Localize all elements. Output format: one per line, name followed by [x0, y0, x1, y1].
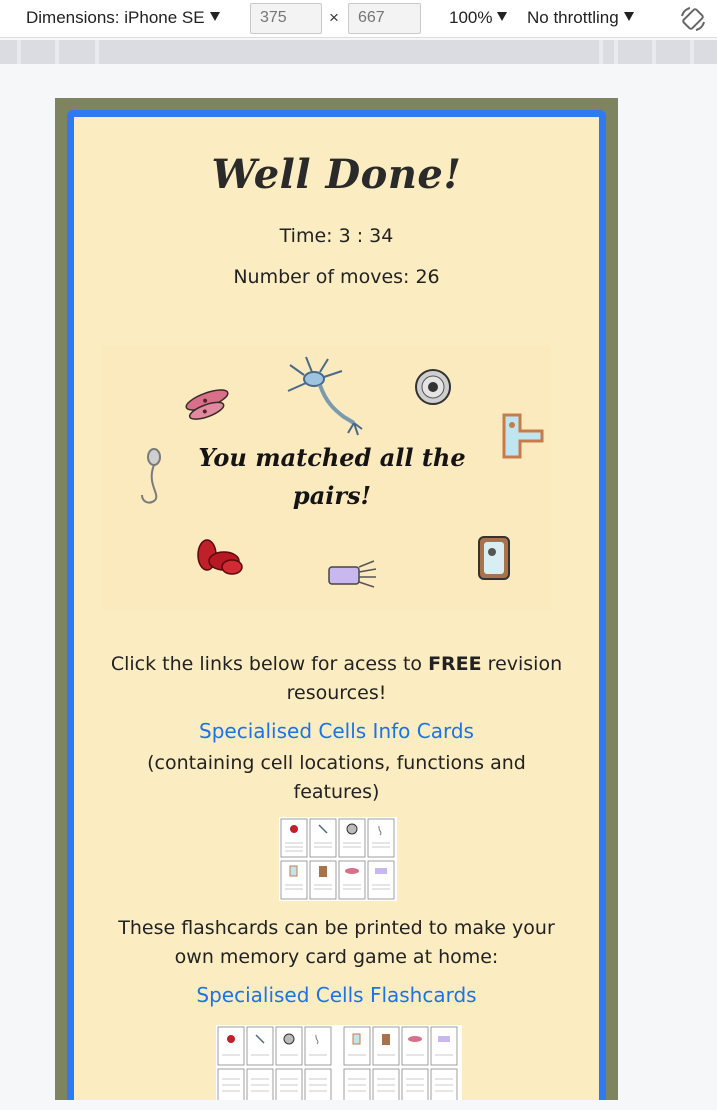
plant-cell-icon: [478, 536, 510, 580]
ciliated-cell-icon: [328, 560, 377, 588]
throttling-dropdown[interactable]: No throttling: [527, 8, 634, 28]
results-card: Well Done! Time: 3 : 34 Number of moves:…: [67, 110, 606, 1100]
info-cards-preview-image[interactable]: [279, 817, 397, 901]
nerve-cell-icon: [287, 356, 363, 436]
celebration-image: You matched all the pairs!: [102, 345, 551, 610]
matched-message: You matched all the pairs!: [198, 443, 466, 510]
red-blood-cell-icon: [197, 539, 243, 575]
width-input[interactable]: 375: [250, 3, 322, 34]
root-hair-cell-icon: [502, 413, 544, 459]
rotate-icon[interactable]: [678, 4, 708, 34]
resources-intro: Click the links below for acess to FREE …: [104, 650, 569, 708]
flashcards-link[interactable]: Specialised Cells Flashcards: [74, 983, 599, 1007]
page-title: Well Done!: [211, 151, 462, 198]
caret-down-icon: [623, 12, 634, 22]
free-emphasis: FREE: [428, 653, 482, 675]
info-cards-link[interactable]: Specialised Cells Info Cards: [74, 719, 599, 743]
flashcards-preview-image[interactable]: [216, 1025, 462, 1100]
device-dimensions-dropdown[interactable]: Dimensions: iPhone SE: [26, 8, 220, 28]
egg-cell-icon: [415, 369, 451, 405]
caret-down-icon: [497, 12, 508, 22]
muscle-cell-icon: [185, 389, 229, 420]
resources-intro-text: Click the links below for acess to: [110, 653, 429, 675]
dimension-separator: ×: [329, 8, 339, 27]
zoom-dropdown[interactable]: 100%: [449, 8, 508, 28]
time-stat: Time: 3 : 34: [279, 225, 394, 247]
devtools-toolbar: Dimensions: iPhone SE 375 × 667 100% No …: [0, 0, 717, 38]
zoom-label: 100%: [449, 8, 493, 27]
sperm-cell-icon: [141, 448, 161, 504]
device-viewport: Well Done! Time: 3 : 34 Number of moves:…: [55, 98, 618, 1100]
caret-down-icon: [209, 12, 220, 22]
device-dimensions-label: Dimensions: iPhone SE: [26, 8, 205, 27]
throttling-label: No throttling: [527, 8, 619, 27]
flashcards-intro: These flashcards can be printed to make …: [118, 917, 555, 968]
info-cards-description: (containing cell locations, functions an…: [147, 752, 526, 803]
height-input[interactable]: 667: [348, 3, 421, 34]
media-query-bar: [0, 40, 717, 64]
moves-stat: Number of moves: 26: [233, 266, 440, 288]
